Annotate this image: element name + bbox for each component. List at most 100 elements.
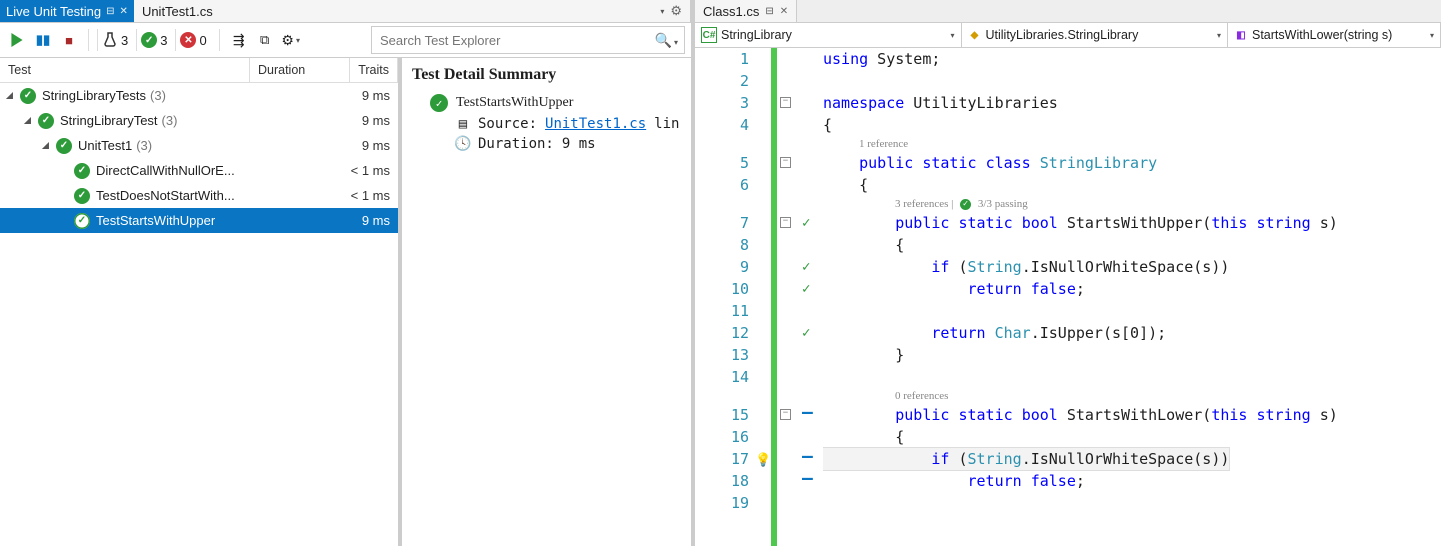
test-row[interactable]: ✓TestDoesNotStartWith...< 1 ms [0, 183, 398, 208]
tab-unittest-file[interactable]: UnitTest1.cs ▾ ⚙ [134, 0, 691, 22]
code-line[interactable]: public static bool StartsWithLower(this … [823, 404, 1441, 426]
gear-icon[interactable]: ⚙ [670, 3, 682, 19]
pass-icon: ✓ [74, 163, 90, 179]
test-label: UnitTest1 [78, 138, 132, 153]
coverage-pass-icon: ✓ [802, 278, 810, 300]
code-line[interactable]: return false; [823, 278, 1441, 300]
line-number: 1 [695, 48, 749, 70]
test-duration: < 1 ms [300, 188, 390, 203]
grid-icon[interactable]: ⧉ [254, 29, 276, 51]
search-box[interactable]: 🔍▾ [371, 26, 685, 54]
flask-counter[interactable]: 3 [97, 29, 132, 51]
test-row[interactable]: ✓StringLibraryTest(3)9 ms [0, 108, 398, 133]
chevron-down-icon: ▾ [1217, 31, 1221, 40]
test-row[interactable]: ✓TestStartsWithUpper9 ms [0, 208, 398, 233]
code-line[interactable] [823, 70, 1441, 92]
class-icon: ◆ [968, 28, 982, 42]
pin-icon[interactable]: ⊟ [106, 6, 114, 17]
pin-icon[interactable]: ⊟ [765, 6, 773, 17]
play-button[interactable] [6, 29, 28, 51]
nav-project[interactable]: C# StringLibrary ▾ [695, 23, 962, 47]
test-duration: 9 ms [300, 213, 390, 228]
nav-label: UtilityLibraries.StringLibrary [986, 28, 1139, 42]
code-line[interactable]: if (String.IsNullOrWhiteSpace(s)) [823, 256, 1441, 278]
close-icon[interactable]: ✕ [120, 6, 128, 17]
close-icon[interactable]: ✕ [780, 6, 788, 17]
col-test[interactable]: Test [0, 58, 250, 82]
fail-counter[interactable]: ✕ 0 [175, 29, 210, 51]
expand-icon[interactable] [8, 91, 18, 101]
line-number: 5 [695, 152, 749, 174]
hierarchy-icon[interactable]: ⇶ [228, 29, 250, 51]
col-traits[interactable]: Traits [350, 58, 398, 82]
tab-live-unit-testing[interactable]: Live Unit Testing ⊟ ✕ [0, 0, 134, 22]
test-row[interactable]: ✓UnitTest1(3)9 ms [0, 133, 398, 158]
search-icon[interactable]: 🔍▾ [655, 32, 678, 49]
test-label: DirectCallWithNullOrE... [96, 163, 235, 178]
fold-toggle[interactable]: − [780, 217, 791, 228]
test-duration: 9 ms [300, 88, 390, 103]
code-line[interactable]: { [823, 234, 1441, 256]
code-line[interactable]: } [823, 344, 1441, 366]
pass-counter[interactable]: ✓ 3 [136, 29, 171, 51]
codelens[interactable]: 1 reference [823, 136, 1441, 152]
nav-class[interactable]: ◆ UtilityLibraries.StringLibrary ▾ [962, 23, 1229, 47]
fold-toggle[interactable]: − [780, 409, 791, 420]
test-duration: 9 ms [300, 113, 390, 128]
code-line[interactable] [823, 366, 1441, 388]
fold-toggle[interactable]: − [780, 97, 791, 108]
code-line[interactable]: { [823, 114, 1441, 136]
test-detail-summary: Test Detail Summary ✓ TestStartsWithUppe… [402, 58, 691, 546]
fold-toggle[interactable]: − [780, 157, 791, 168]
codelens[interactable]: 0 references [823, 388, 1441, 404]
settings-gear-icon[interactable]: ⚙▾ [280, 29, 302, 51]
source-icon: ▤ [456, 117, 470, 131]
expand-icon[interactable] [26, 116, 36, 126]
line-number: 10 [695, 278, 749, 300]
nav-method[interactable]: ◧ StartsWithLower(string s) ▾ [1228, 23, 1441, 47]
nav-label: StringLibrary [721, 28, 792, 42]
code-line[interactable]: return false; [823, 470, 1441, 492]
coverage-pass-icon: ✓ [802, 256, 810, 278]
source-link[interactable]: UnitTest1.cs [545, 116, 646, 132]
tab-class1[interactable]: Class1.cs ⊟ ✕ [695, 0, 797, 22]
code-line[interactable]: public static class StringLibrary [823, 152, 1441, 174]
expand-placeholder [62, 191, 72, 201]
expand-placeholder [62, 166, 72, 176]
test-row[interactable]: ✓DirectCallWithNullOrE...< 1 ms [0, 158, 398, 183]
pause-button[interactable]: ▮▮ [32, 29, 54, 51]
code-line[interactable]: return Char.IsUpper(s[0]); [823, 322, 1441, 344]
tab-label: UnitTest1.cs [142, 4, 213, 19]
line-number: 3 [695, 92, 749, 114]
lightbulb-icon[interactable]: 💡 [755, 450, 771, 472]
test-row[interactable]: ✓StringLibraryTests(3)9 ms [0, 83, 398, 108]
code-line[interactable]: if (String.IsNullOrWhiteSpace(s)) [823, 448, 1441, 470]
search-input[interactable] [378, 32, 655, 49]
stop-button[interactable]: ■ [58, 29, 80, 51]
col-duration[interactable]: Duration [250, 58, 350, 82]
test-label: TestDoesNotStartWith... [96, 188, 235, 203]
flask-count: 3 [121, 33, 128, 48]
csharp-icon: C# [701, 27, 717, 43]
code-line[interactable]: using System; [823, 48, 1441, 70]
line-number: 14 [695, 366, 749, 388]
code-line[interactable]: public static bool StartsWithUpper(this … [823, 212, 1441, 234]
tab-menu-icon[interactable]: ▾ [660, 7, 664, 16]
tab-label: Class1.cs [703, 4, 759, 19]
duration-label: Duration: [478, 136, 554, 152]
test-tree[interactable]: ✓StringLibraryTests(3)9 ms✓StringLibrary… [0, 83, 398, 546]
source-suffix: lin [654, 116, 679, 132]
code-line[interactable] [823, 300, 1441, 322]
expand-icon[interactable] [44, 141, 54, 151]
code-editor[interactable]: 12345678910111213141516171819💡−−−−✓✓✓✓——… [695, 48, 1441, 546]
code-line[interactable]: { [823, 174, 1441, 196]
pass-icon: ✓ [960, 199, 971, 210]
code-line[interactable]: namespace UtilityLibraries [823, 92, 1441, 114]
test-toolbar: ▮▮ ■ 3 ✓ 3 ✕ 0 ⇶ ⧉ ⚙▾ 🔍▾ [0, 23, 691, 58]
code-line[interactable]: { [823, 426, 1441, 448]
expand-placeholder [62, 216, 72, 226]
codelens[interactable]: 3 references | ✓ 3/3 passing [823, 196, 1441, 212]
code-line[interactable] [823, 492, 1441, 514]
live-unit-testing-pane: Live Unit Testing ⊟ ✕ UnitTest1.cs ▾ ⚙ ▮… [0, 0, 695, 546]
test-label: StringLibraryTests [42, 88, 146, 103]
